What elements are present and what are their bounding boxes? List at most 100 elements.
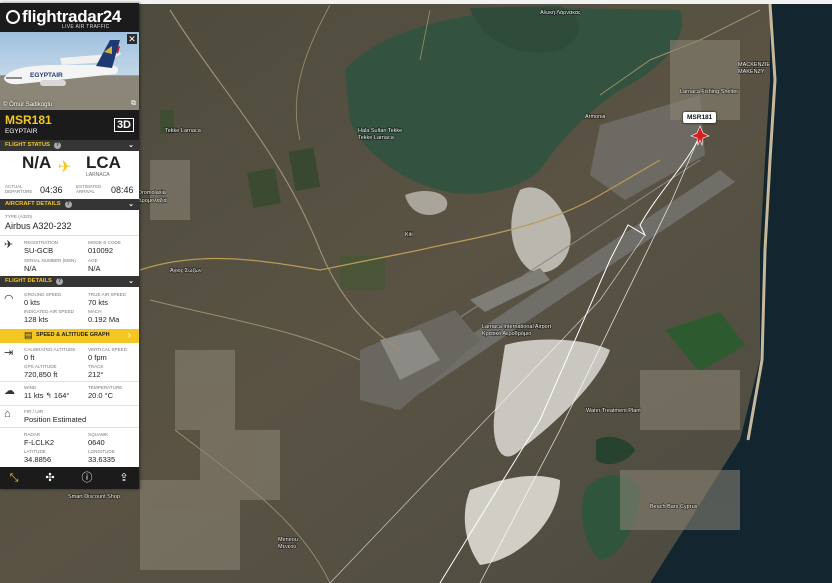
calibrated-altitude-value: 0 ft [24,353,35,362]
serial-value: N/A [24,264,37,273]
aircraft-photo[interactable]: EGYPTAIR ✕ © Ömür Sadikoglu ⧉ [0,32,139,110]
ground-speed-label: GROUND SPEED [24,292,62,297]
speed-altitude-graph-button[interactable]: ▤ SPEED & ALTITUDE GRAPH › [0,329,139,343]
serial-label: SERIAL NUMBER (MSN) [24,258,76,263]
map-label: Κρατικό Αεροδρόμιο [482,330,531,337]
chevron-down-icon[interactable]: ⌄ [128,140,134,151]
app-tagline: LIVE AIR TRAFFIC [62,24,110,30]
age-value: N/A [88,264,101,273]
map-label: Dromolaxia [138,190,167,196]
panel-toolbar: ⤡ ✣ ⓘ ⇪ [0,467,139,489]
map-label: Larnaca International Airport [482,324,552,330]
wind-label: WIND [24,385,37,390]
chevron-down-icon[interactable]: ⌄ [128,199,134,210]
latitude-value: 34.8856 [24,455,52,464]
actual-departure-label: ACTUAL DEPARTURE [5,184,33,194]
section-title: AIRCRAFT DETAILS [5,201,61,207]
expand-icon[interactable]: ✣ [42,470,58,486]
callsign: MSR181 [5,113,52,127]
graph-icon: ▤ [24,330,33,340]
destination-city: LARNACA [86,172,110,178]
map-label: Armonia [585,114,606,120]
radar-label: RADAR [24,432,41,437]
flight-info-panel: flightradar24 LIVE AIR TRAFFIC EGYPTAIR … [0,3,139,489]
map-label: Water Treatment Plant [586,408,641,414]
gps-altitude-label: GPS ALTITUDE [24,364,57,369]
mach-label: MACH [88,309,102,314]
fir-label: FIR / UIR [24,409,44,414]
section-title: FLIGHT STATUS [5,142,50,148]
map-label: Meneou [278,537,298,543]
photo-credit[interactable]: © Ömür Sadikoglu [3,102,52,108]
graph-button-label: SPEED & ALTITUDE GRAPH [36,332,110,338]
section-title: FLIGHT DETAILS [5,278,52,284]
ias-value: 128 kts [24,315,49,324]
share-icon[interactable]: ⇪ [116,470,132,486]
longitude-value: 33.6335 [88,455,116,464]
section-flight-details[interactable]: FLIGHT DETAILS? ⌄ [0,276,139,287]
map-label: Beach Bars Cyprus [650,504,698,510]
map-label: Αλυκή Λάρνακας [540,9,581,16]
airline-name: EGYPTAIR [5,128,38,135]
help-icon[interactable]: ? [55,278,63,285]
ground-speed-value: 0 kts [24,298,40,307]
map-label: Smart Discount Shop [68,494,120,500]
section-aircraft-details[interactable]: AIRCRAFT DETAILS? ⌄ [0,199,139,210]
map-label: Tekke Larnaca [358,135,395,141]
map-label: Kiti [405,232,413,238]
chevron-right-icon: › [127,330,131,341]
wind-value: 11 kts ↰ 164° [24,391,70,400]
actual-departure-time: 04:36 [40,185,63,195]
calibrated-altitude-label: CALIBRATED ALTITUDE [24,347,76,352]
map-label: MACKENZIE [738,62,770,68]
squawk-value: 0640 [88,438,105,447]
fir-value: Position Estimated [24,415,87,424]
registration-label: REGISTRATION [24,240,59,245]
map-flight-label[interactable]: MSR181 [683,112,717,123]
speedometer-icon: ◠ [4,293,14,305]
help-icon[interactable]: ? [53,142,61,149]
route-icon[interactable]: ⤡ [6,470,22,486]
aircraft-details: TYPE (A320) Airbus A320-232 ✈ REGISTRATI… [0,210,139,276]
temperature-label: TEMPERATURE [88,385,123,390]
radar-logo-icon [6,10,20,24]
mach-value: 0.192 Ma [88,315,120,324]
external-link-icon[interactable]: ⧉ [131,100,136,108]
true-air-speed-label: TRUE AIR SPEED [88,292,127,297]
map-label: Μενεού [278,543,296,550]
flight-header: MSR181 EGYPTAIR 3D [0,110,139,140]
section-flight-status[interactable]: FLIGHT STATUS? ⌄ [0,140,139,151]
latitude-label: LATITUDE [24,449,46,454]
close-icon[interactable]: ✕ [127,34,137,44]
map-label: Hala Sultan Tekke [358,128,402,134]
age-label: AGE [88,258,98,263]
altitude-icon: ⇥ [4,347,14,359]
map-label: ΜΑΚΕΝΖΥ [738,69,765,75]
alert-icon[interactable]: ⓘ [79,470,95,486]
estimated-arrival-time: 08:46 [111,185,134,195]
longitude-label: LONGITUDE [88,449,115,454]
true-air-speed-value: 70 kts [88,298,109,307]
map-label: Tekke Larnaca [165,128,202,134]
aircraft-photo-image: EGYPTAIR [0,40,139,110]
ias-label: INDICATED AIR SPEED [24,309,74,314]
vertical-speed-value: 0 fpm [88,353,107,362]
gps-altitude-value: 720,850 ft [24,370,58,379]
track-value: 212° [88,370,104,379]
map-label: Δρομολαξιά [138,197,168,204]
destination-code[interactable]: LCA [86,153,121,173]
origin-code[interactable]: N/A [22,153,51,173]
registration-value[interactable]: SU-GCB [24,246,53,255]
route-summary: N/A ✈ LCA LARNACA ACTUAL DEPARTURE 04:36… [0,151,139,196]
vertical-speed-label: VERTICAL SPEED [88,347,128,352]
map-label: Larnaca Fishing Shelter [680,89,738,95]
radar-value: F-LCLK2 [24,438,55,447]
chevron-down-icon[interactable]: ⌄ [128,276,134,287]
track-label: TRACK [88,364,104,369]
modes-value: 010092 [88,246,114,255]
view-3d-button[interactable]: 3D [113,118,134,132]
livery-text: EGYPTAIR [30,72,63,79]
type-label: TYPE (A320) [5,214,33,219]
estimated-arrival-label: ESTIMATED ARRIVAL [76,184,102,194]
help-icon[interactable]: ? [64,201,72,208]
